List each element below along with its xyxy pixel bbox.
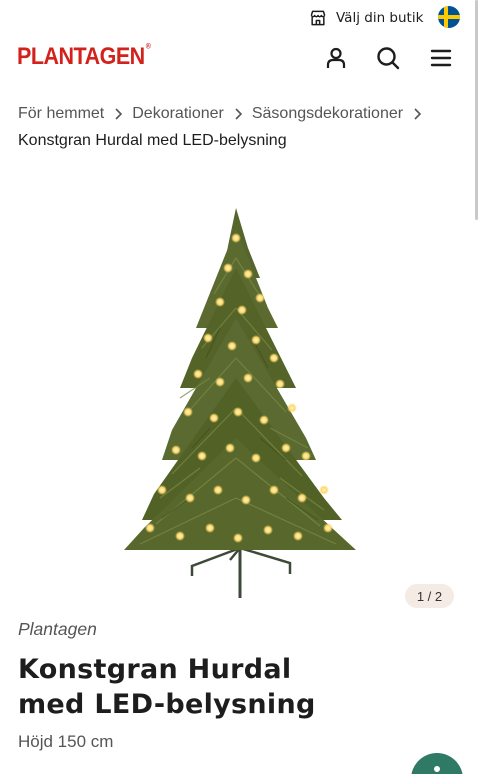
logo-text: PLANTAGEN [17, 43, 145, 70]
choose-store-label: Välj din butik [336, 10, 424, 26]
accessibility-icon [434, 766, 440, 772]
menu-button[interactable] [427, 44, 455, 72]
menu-icon [430, 49, 452, 67]
store-icon [310, 10, 326, 26]
accessibility-button[interactable] [411, 753, 463, 774]
product-subtitle: Höjd 150 cm [18, 732, 114, 751]
product-image-gallery[interactable] [0, 190, 480, 610]
logo-registered-mark: ® [145, 43, 151, 51]
search-icon [377, 47, 400, 70]
main-header: PLANTAGEN® [0, 36, 480, 80]
account-button[interactable] [322, 44, 350, 72]
breadcrumb-current: Konstgran Hurdal med LED-belysning [18, 132, 287, 149]
sweden-flag-icon[interactable] [438, 6, 460, 28]
breadcrumb-item-for-hemmet[interactable]: För hemmet [18, 105, 104, 123]
choose-store-button[interactable]: Välj din butik [308, 7, 423, 29]
user-icon [326, 47, 346, 68]
chevron-right-icon [403, 108, 431, 120]
breadcrumb: För hemmet Dekorationer Säsongsdekoratio… [18, 103, 468, 150]
product-title: Konstgran Hurdal med LED-belysning [18, 654, 316, 720]
search-button[interactable] [374, 44, 402, 72]
chevron-right-icon [104, 108, 132, 120]
christmas-tree-product-image [124, 208, 356, 598]
plantagen-logo[interactable]: PLANTAGEN® [17, 43, 151, 71]
product-brand[interactable]: Plantagen [18, 619, 97, 640]
chevron-right-icon [224, 108, 252, 120]
top-utility-bar: Välj din butik [0, 0, 480, 36]
image-counter-badge: 1 / 2 [405, 584, 454, 608]
breadcrumb-item-sasongsdekorationer[interactable]: Säsongsdekorationer [252, 105, 403, 123]
breadcrumb-trail: För hemmet Dekorationer Säsongsdekoratio… [18, 103, 468, 125]
breadcrumb-item-dekorationer[interactable]: Dekorationer [132, 105, 224, 123]
